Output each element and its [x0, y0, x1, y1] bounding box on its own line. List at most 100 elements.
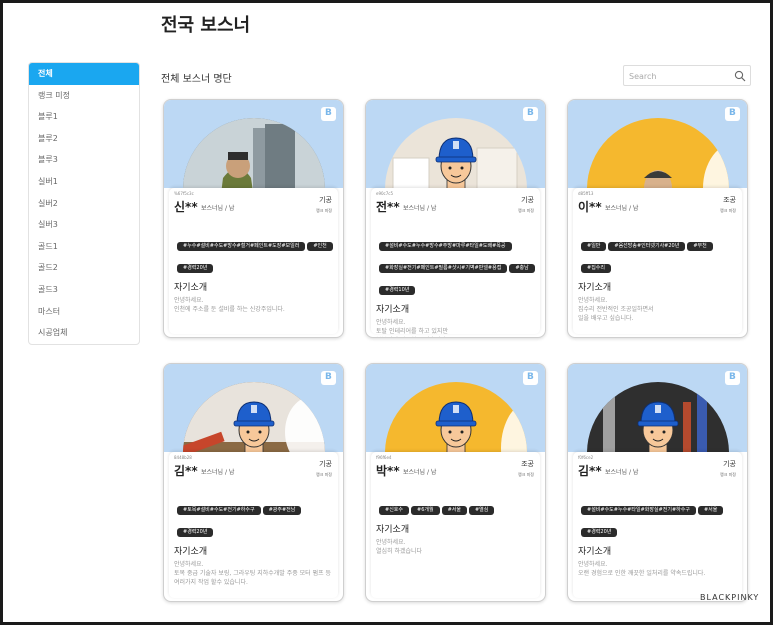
brand-logo-icon	[523, 107, 538, 121]
tag: #서울	[697, 506, 724, 515]
sidebar-item-gold1[interactable]: 골드1	[29, 236, 139, 258]
rank-status: 랭크 미정	[518, 208, 534, 213]
avatar	[385, 382, 527, 452]
sidebar-item-blue2[interactable]: 블루2	[29, 128, 139, 150]
intro-text: 안녕하세요. 토목 중급 기술자 보링, 그라우팅 지하수개발 주중 모터 펌프…	[174, 561, 332, 586]
avatar-illustration	[587, 382, 729, 452]
user-role: 보스너님 / 남	[201, 469, 235, 476]
avatar	[385, 118, 527, 188]
app-frame: 전국 보스너 전체 랭크 미정 블루1 블루2 블루3 실버1 실버2 실버3 …	[3, 3, 770, 622]
avatar	[183, 382, 325, 452]
search-icon[interactable]	[734, 70, 746, 82]
tag: #경력20년	[177, 528, 214, 537]
boss-card[interactable]: f96f6e4 박** 보스너님 / 남 조공 랭크 미정 #신호수#6개월#서…	[365, 363, 546, 602]
card-body: %67f5c3c 신** 보스너님 / 남 기공 랭크 미정 #누수#설비#수도…	[169, 188, 338, 334]
card-header	[568, 364, 747, 452]
tag: #인천	[307, 242, 333, 251]
intro-text: 안녕하세요. 인천에 주소를 둔 설비를 하는 신강주입니다.	[174, 297, 285, 313]
user-role: 보스너님 / 남	[605, 205, 639, 212]
grade-label: 기공	[521, 196, 534, 204]
tag-list: #설비#수도#누수#방수#주방#마루#타일#도배#목공 #화장실#전기#페인트#필…	[379, 232, 539, 298]
card-body: d85ff13 이** 보스너님 / 남 조공 랭크 미정 #일반 #음선방송#인…	[573, 188, 742, 334]
user-name: 박**	[376, 464, 400, 478]
user-name: 전**	[376, 200, 400, 214]
tag: #광주#전남	[262, 506, 302, 515]
sidebar-item-all[interactable]: 전체	[29, 63, 139, 85]
brand-logo-icon	[321, 107, 336, 121]
tag: #신호수	[379, 506, 409, 515]
intro-title: 자기소개	[376, 525, 410, 535]
tag: #열심	[468, 506, 495, 515]
card-header	[568, 100, 747, 188]
tag-list: #신호수 #6개월 #서울 #열심	[379, 496, 539, 518]
card-body: f96f6e4 박** 보스너님 / 남 조공 랭크 미정 #신호수 #6개월 #서…	[371, 452, 540, 598]
sidebar-item-silver1[interactable]: 실버1	[29, 171, 139, 193]
tag: #서울	[441, 506, 467, 515]
intro-text: 안녕하세요. 집수리 전반적인 조공일하면서 일을 배우고 싶습니다.	[578, 297, 654, 322]
tag: #일반	[581, 242, 607, 251]
user-role: 보스너님 / 남	[605, 469, 639, 476]
user-role: 보스너님 / 남	[403, 469, 437, 476]
boss-card[interactable]: %67f5c3c 신** 보스너님 / 남 기공 랭크 미정 #누수#설비#수도…	[163, 99, 344, 338]
tag: #집수리	[581, 264, 611, 273]
intro-title: 자기소개	[578, 283, 612, 293]
card-body: f0f6ce2 김** 보스너님 / 남 기공 랭크 미정 #설비#수도#누수#…	[573, 452, 742, 598]
avatar-illustration	[183, 382, 325, 452]
tag: #충남	[509, 264, 535, 273]
boss-card[interactable]: d85ff13 이** 보스너님 / 남 조공 랭크 미정 #일반#음선방송#인…	[567, 99, 748, 338]
brand-logo-icon	[321, 371, 336, 385]
avatar-illustration	[587, 118, 729, 188]
page-title: 전국 보스너	[161, 15, 251, 36]
user-name: 이**	[578, 200, 602, 214]
avatar-illustration	[385, 118, 527, 188]
boss-card[interactable]: 8448b28 김** 보스너님 / 남 기공 랭크 미정 #토목#설비#수도#…	[163, 363, 344, 602]
boss-card[interactable]: e90c7c5 전** 보스너님 / 남 기공 랭크 미정 #설비#수도#누수#…	[365, 99, 546, 338]
tag: #누수#설비#수도#방수#철거#페인트#도장#보일러	[177, 242, 306, 251]
sidebar-item-blue3[interactable]: 블루3	[29, 149, 139, 171]
sidebar-item-gold3[interactable]: 골드3	[29, 279, 139, 301]
brand-logo-icon	[523, 371, 538, 385]
card-header	[366, 100, 545, 188]
tag: #토목#설비#수도#전기#하수구	[177, 506, 261, 515]
rank-status: 랭크 미정	[720, 208, 736, 213]
tag: #설비#수도#누수#방수#주방#마루#타일#도배#목공	[379, 242, 512, 251]
intro-title: 자기소개	[174, 283, 208, 293]
tag: #경력20년	[581, 528, 618, 537]
tag: #화장실#전기#페인트#필름#샷시#기벽#판넬#용접	[379, 264, 508, 273]
tag: #설비#수도#누수#타일#화장실#전기#하수구	[581, 506, 696, 515]
user-role: 보스너님 / 남	[201, 205, 235, 212]
grade-label: 조공	[521, 460, 534, 468]
tag: #6개월	[411, 506, 440, 515]
sidebar-item-gold2[interactable]: 골드2	[29, 257, 139, 279]
rank-status: 랭크 미정	[518, 472, 534, 477]
intro-title: 자기소개	[376, 305, 410, 315]
sidebar-item-blue1[interactable]: 블루1	[29, 106, 139, 128]
sidebar-item-silver2[interactable]: 실버2	[29, 193, 139, 215]
sidebar-item-contractor[interactable]: 시공업체	[29, 322, 139, 344]
brand-logo-icon	[725, 371, 740, 385]
grade-label: 기공	[319, 196, 332, 204]
rank-status: 랭크 미정	[720, 472, 736, 477]
grade-label: 조공	[723, 196, 736, 204]
tag: #음선방송#인터넷기사#20년	[608, 242, 686, 251]
tag: #경력10년	[379, 286, 416, 295]
tag: #부천	[687, 242, 713, 251]
sidebar-item-silver3[interactable]: 실버3	[29, 214, 139, 236]
card-body: 8448b28 김** 보스너님 / 남 기공 랭크 미정 #토목#설비#수도#…	[169, 452, 338, 598]
sidebar: 전체 랭크 미정 블루1 블루2 블루3 실버1 실버2 실버3 골드1 골드2…	[28, 62, 140, 345]
intro-text: 안녕하세요. 열심히 하겠습니다	[376, 539, 423, 555]
intro-title: 자기소개	[578, 547, 612, 557]
user-id: e90c7c5	[376, 191, 394, 196]
card-header	[366, 364, 545, 452]
avatar-illustration	[183, 118, 325, 188]
search-box	[623, 65, 751, 86]
user-role: 보스너님 / 남	[403, 205, 437, 212]
avatar	[183, 118, 325, 188]
card-body: e90c7c5 전** 보스너님 / 남 기공 랭크 미정 #설비#수도#누수#…	[371, 188, 540, 335]
section-title: 전체 보스너 명단	[161, 74, 232, 85]
search-input[interactable]	[629, 69, 729, 83]
boss-card[interactable]: f0f6ce2 김** 보스너님 / 남 기공 랭크 미정 #설비#수도#누수#…	[567, 363, 748, 602]
rank-status: 랭크 미정	[316, 472, 332, 477]
sidebar-item-rank-unset[interactable]: 랭크 미정	[29, 85, 139, 107]
sidebar-item-master[interactable]: 마스터	[29, 301, 139, 323]
